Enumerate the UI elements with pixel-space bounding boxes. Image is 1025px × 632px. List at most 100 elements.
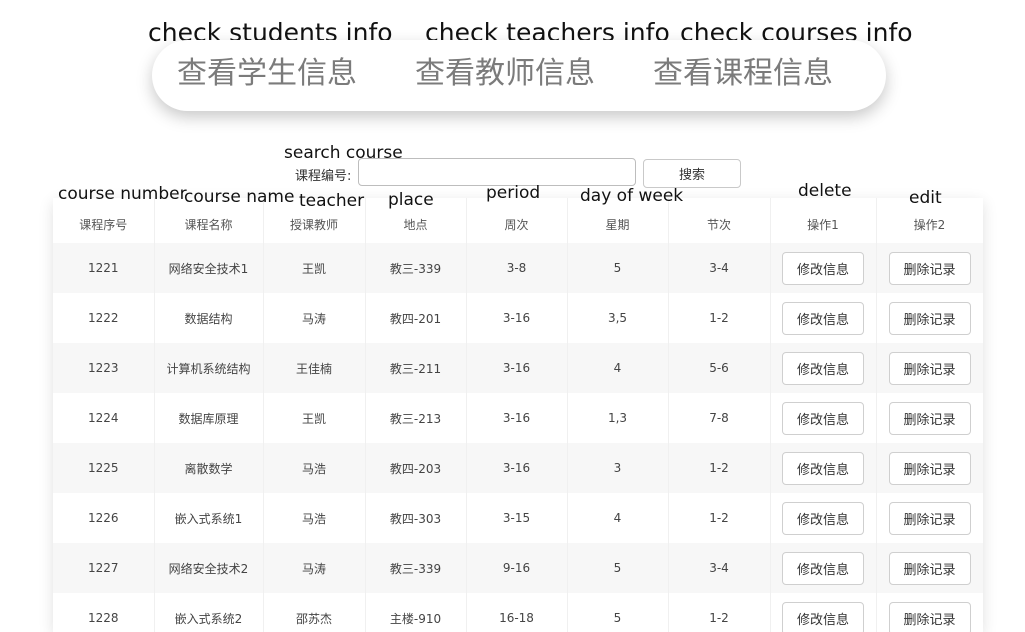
cell-course-name: 离散数学 (154, 443, 264, 493)
table-body: 1221 网络安全技术1 王凯 教三-339 3-8 5 3-4 修改信息 删除记录 1222 数据… (53, 243, 983, 632)
delete-record-button[interactable]: 删除记录 (888, 551, 971, 585)
delete-record-button[interactable]: 删除记录 (888, 251, 971, 285)
cell-day: 5 (567, 593, 669, 632)
delete-record-button[interactable]: 删除记录 (888, 351, 971, 385)
course-table-grid: 课程序号 课程名称 授课教师 地点 周次 星期 节次 操作1 操作2 1221 网… (53, 198, 983, 632)
cell-op1: 修改信息 (770, 593, 877, 632)
cell-op1: 修改信息 (770, 243, 877, 293)
table-row: 1223 计算机系统结构 王佳楠 教三-211 3-16 4 5-6 修改信息 删除记录 (53, 343, 983, 393)
cell-day: 3 (567, 443, 669, 493)
edit-info-button[interactable]: 修改信息 (782, 401, 864, 435)
cell-course-name: 网络安全技术1 (154, 243, 264, 293)
search-button[interactable]: 搜索 (643, 159, 741, 188)
nav-item-courses[interactable]: 查看课程信息 (653, 56, 833, 92)
cell-teacher: 马浩 (263, 443, 366, 493)
cell-weeks: 3-16 (466, 443, 568, 493)
cell-teacher: 王凯 (263, 393, 366, 443)
cell-course-number: 1222 (53, 293, 155, 343)
course-table: 课程序号 课程名称 授课教师 地点 周次 星期 节次 操作1 操作2 1221 网… (53, 198, 983, 632)
table-row: 1226 嵌入式系统1 马浩 教四-303 3-15 4 1-2 修改信息 删除记录 (53, 493, 983, 543)
annotation-day-of-week: day of week (580, 186, 684, 206)
delete-record-button[interactable]: 删除记录 (888, 601, 971, 632)
cell-weeks: 3-15 (466, 493, 568, 543)
cell-op2: 删除记录 (876, 393, 983, 443)
cell-day: 5 (567, 243, 669, 293)
table-row: 1221 网络安全技术1 王凯 教三-339 3-8 5 3-4 修改信息 删除记录 (53, 243, 983, 293)
cell-op2: 删除记录 (876, 543, 983, 593)
cell-weeks: 9-16 (466, 543, 568, 593)
annotation-place: place (388, 190, 434, 210)
cell-course-name: 嵌入式系统1 (154, 493, 264, 543)
cell-weeks: 3-16 (466, 393, 568, 443)
header-weeks: 周次 (466, 198, 568, 243)
annotation-period: period (486, 183, 541, 203)
annotation-course-number: course number (58, 184, 187, 204)
cell-place: 教三-211 (365, 343, 467, 393)
cell-weeks: 3-16 (466, 343, 568, 393)
cell-period: 7-8 (668, 393, 771, 443)
cell-period: 3-4 (668, 543, 771, 593)
cell-weeks: 3-16 (466, 293, 568, 343)
delete-record-button[interactable]: 删除记录 (888, 401, 971, 435)
cell-day: 1,3 (567, 393, 669, 443)
delete-record-button[interactable]: 删除记录 (888, 501, 971, 535)
edit-info-button[interactable]: 修改信息 (782, 251, 864, 285)
search-label: 课程编号: (295, 169, 352, 184)
cell-op1: 修改信息 (770, 293, 877, 343)
nav-item-teachers[interactable]: 查看教师信息 (415, 56, 595, 92)
cell-op1: 修改信息 (770, 443, 877, 493)
edit-info-button[interactable]: 修改信息 (782, 301, 864, 335)
edit-info-button[interactable]: 修改信息 (782, 601, 864, 632)
cell-place: 教四-203 (365, 443, 467, 493)
cell-op1: 修改信息 (770, 543, 877, 593)
cell-teacher: 马涛 (263, 543, 366, 593)
cell-course-number: 1224 (53, 393, 155, 443)
table-row: 1225 离散数学 马浩 教四-203 3-16 3 1-2 修改信息 删除记录 (53, 443, 983, 493)
cell-course-number: 1223 (53, 343, 155, 393)
cell-course-number: 1225 (53, 443, 155, 493)
header-course-number: 课程序号 (53, 198, 155, 243)
table-row: 1224 数据库原理 王凯 教三-213 3-16 1,3 7-8 修改信息 删除记录 (53, 393, 983, 443)
cell-op2: 删除记录 (876, 293, 983, 343)
cell-period: 1-2 (668, 493, 771, 543)
header-op1: 操作1 (770, 198, 877, 243)
table-row: 1227 网络安全技术2 马涛 教三-339 9-16 5 3-4 修改信息 删除记录 (53, 543, 983, 593)
nav-item-students[interactable]: 查看学生信息 (177, 56, 357, 92)
delete-record-button[interactable]: 删除记录 (888, 301, 971, 335)
edit-info-button[interactable]: 修改信息 (782, 501, 864, 535)
cell-op2: 删除记录 (876, 593, 983, 632)
cell-period: 1-2 (668, 443, 771, 493)
cell-teacher: 马涛 (263, 293, 366, 343)
cell-place: 教四-303 (365, 493, 467, 543)
cell-period: 1-2 (668, 593, 771, 632)
search-input[interactable] (358, 158, 636, 186)
cell-place: 教三-339 (365, 243, 467, 293)
cell-place: 主楼-910 (365, 593, 467, 632)
cell-day: 4 (567, 493, 669, 543)
edit-info-button[interactable]: 修改信息 (782, 551, 864, 585)
cell-teacher: 王凯 (263, 243, 366, 293)
cell-day: 4 (567, 343, 669, 393)
annotation-teacher: teacher (299, 191, 365, 211)
annotation-delete: delete (798, 181, 852, 201)
table-row: 1222 数据结构 马涛 教四-201 3-16 3,5 1-2 修改信息 删除记录 (53, 293, 983, 343)
cell-place: 教三-339 (365, 543, 467, 593)
cell-course-name: 嵌入式系统2 (154, 593, 264, 632)
cell-course-number: 1221 (53, 243, 155, 293)
edit-info-button[interactable]: 修改信息 (782, 351, 864, 385)
cell-course-number: 1228 (53, 593, 155, 632)
cell-teacher: 马浩 (263, 493, 366, 543)
annotation-course-name: course name (184, 187, 295, 207)
table-row: 1228 嵌入式系统2 邵苏杰 主楼-910 16-18 5 1-2 修改信息 删除记录 (53, 593, 983, 632)
cell-teacher: 王佳楠 (263, 343, 366, 393)
cell-course-number: 1226 (53, 493, 155, 543)
cell-op1: 修改信息 (770, 343, 877, 393)
edit-info-button[interactable]: 修改信息 (782, 451, 864, 485)
cell-weeks: 3-8 (466, 243, 568, 293)
delete-record-button[interactable]: 删除记录 (888, 451, 971, 485)
cell-op2: 删除记录 (876, 493, 983, 543)
cell-op2: 删除记录 (876, 443, 983, 493)
cell-op1: 修改信息 (770, 393, 877, 443)
header-period: 节次 (668, 198, 771, 243)
cell-weeks: 16-18 (466, 593, 568, 632)
